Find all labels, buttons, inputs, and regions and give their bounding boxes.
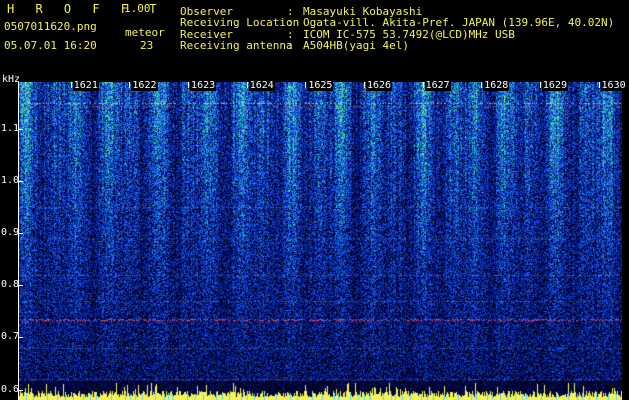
time-tick-mark [305, 82, 307, 88]
time-tick-label: 1625 [307, 80, 334, 91]
time-tick-label: 1629 [541, 80, 568, 91]
y-tick-mark [18, 128, 23, 130]
antenna-label: Receiving antenna [180, 39, 293, 52]
header-panel: H R O F F T 1.00 0507011620.png meteor 0… [0, 0, 629, 80]
y-tick-label: 0.9 [1, 227, 20, 239]
time-tick-label: 1628 [483, 80, 510, 91]
observation-datetime: 05.07.01 16:20 [4, 39, 97, 52]
time-tick-label: 1624 [248, 80, 275, 91]
time-tick-mark [70, 82, 72, 88]
time-tick-label: 1621 [72, 80, 99, 91]
app-version: 1.00 [124, 2, 151, 15]
y-tick-label: 0.6 [1, 383, 20, 395]
time-tick-label: 1622 [131, 80, 158, 91]
time-tick-mark [598, 82, 600, 88]
time-tick-mark [422, 82, 424, 88]
time-tick-mark [363, 82, 365, 88]
y-tick-mark [18, 337, 23, 339]
meteor-count: 23 [140, 39, 154, 52]
time-tick-mark [539, 82, 541, 88]
file-name: 0507011620.png [4, 20, 97, 33]
time-tick-mark [246, 82, 248, 88]
y-tick-label: 1.0 [1, 175, 20, 187]
y-tick-label: 0.7 [1, 331, 20, 343]
y-tick-mark [18, 285, 23, 287]
time-tick-label: 1627 [424, 80, 451, 91]
time-tick-mark [129, 82, 131, 88]
meteor-label: meteor [125, 26, 165, 39]
y-tick-mark [18, 181, 23, 183]
spectrogram-canvas [18, 82, 622, 400]
time-tick-mark [481, 82, 483, 88]
antenna-sep: : [287, 39, 294, 52]
y-tick-mark [18, 233, 23, 235]
time-tick-label: 1630 [600, 80, 627, 91]
time-tick-label: 1623 [190, 80, 217, 91]
time-tick-label: 1626 [365, 80, 393, 91]
y-tick-label: 1.1 [1, 122, 20, 134]
time-tick-mark [188, 82, 190, 88]
y-tick-mark [18, 389, 23, 391]
y-tick-label: 0.8 [1, 279, 20, 291]
antenna-value: A504HB(yagi 4el) [303, 39, 409, 52]
